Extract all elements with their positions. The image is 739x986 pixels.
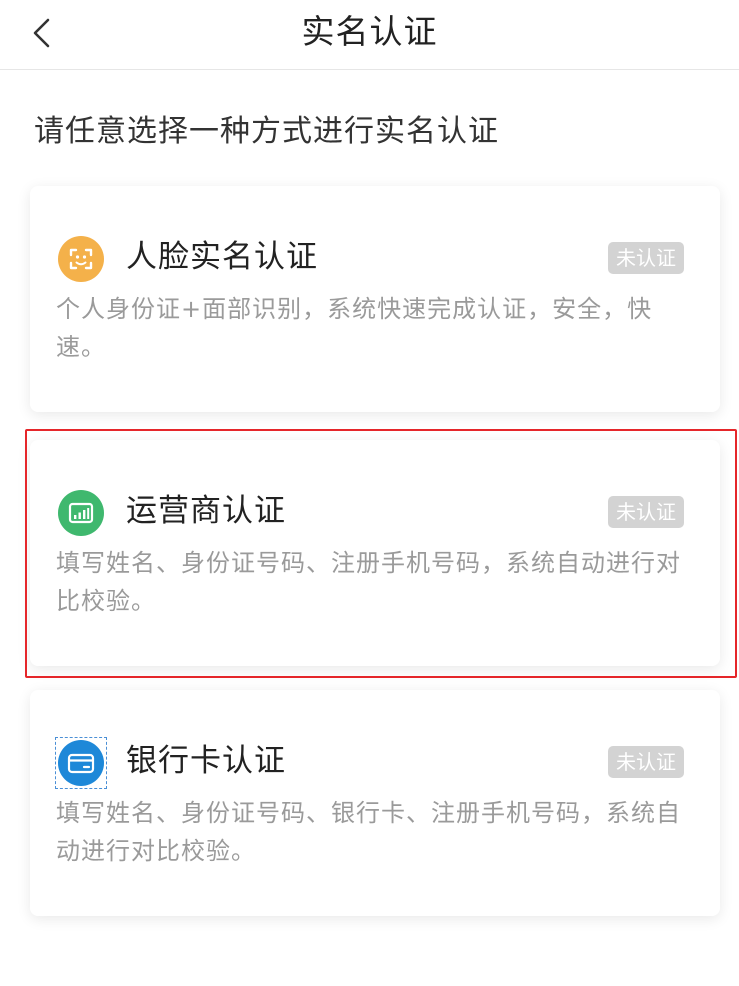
status-badge: 未认证 <box>608 242 684 274</box>
face-scan-icon <box>58 236 104 282</box>
bank-card-icon-wrapper <box>55 737 107 789</box>
card-title: 人脸实名认证 <box>126 239 318 275</box>
card-description: 填写姓名、身份证号码、注册手机号码，系统自动进行对比校验。 <box>56 549 681 615</box>
carrier-verification-card[interactable]: 运营商认证 未认证 填写姓名、身份证号码、注册手机号码，系统自动进行对比校验。 <box>30 440 720 666</box>
card-description: 填写姓名、身份证号码、银行卡、注册手机号码，系统自动进行对比校验。 <box>56 799 681 865</box>
face-verification-card[interactable]: 人脸实名认证 未认证 个人身份证+面部识别，系统快速完成认证，安全，快速。 <box>30 186 720 412</box>
status-badge: 未认证 <box>608 496 684 528</box>
signal-chart-icon <box>58 490 104 536</box>
page-title: 实名认证 <box>301 12 438 51</box>
selection-frame <box>55 737 107 789</box>
card-title: 银行卡认证 <box>126 743 286 779</box>
nav-bar: 实名认证 <box>0 0 739 70</box>
card-description: 个人身份证+面部识别，系统快速完成认证，安全，快速。 <box>56 295 653 361</box>
instruction-text: 请任意选择一种方式进行实名认证 <box>34 114 499 149</box>
card-title: 运营商认证 <box>126 493 286 529</box>
bank-card-verification-card[interactable]: 银行卡认证 未认证 填写姓名、身份证号码、银行卡、注册手机号码，系统自动进行对比… <box>30 690 720 916</box>
status-badge: 未认证 <box>608 746 684 778</box>
